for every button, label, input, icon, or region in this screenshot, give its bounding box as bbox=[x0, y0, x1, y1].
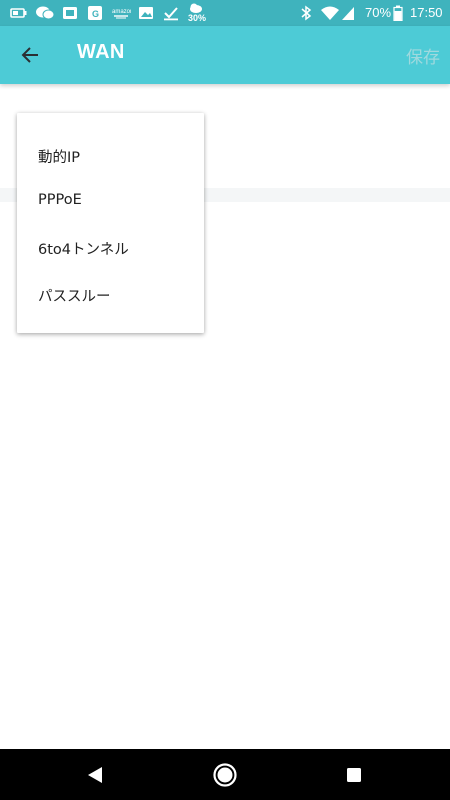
menu-item-6to4-tunnel[interactable]: 6to4トンネル bbox=[17, 225, 204, 271]
image-icon bbox=[139, 7, 153, 19]
task-check-icon bbox=[164, 7, 178, 21]
back-button[interactable] bbox=[10, 35, 50, 75]
system-nav-bar bbox=[0, 749, 450, 800]
wifi-icon bbox=[321, 6, 339, 20]
maps-icon: G bbox=[88, 6, 102, 20]
nav-back-button[interactable] bbox=[81, 761, 109, 789]
save-button[interactable]: 保存 bbox=[406, 43, 440, 68]
amazon-icon: amazon bbox=[112, 9, 131, 19]
battery-icon bbox=[393, 5, 403, 21]
status-bar: G amazon 30% 70% 17:50 bbox=[0, 0, 450, 26]
page-title: WAN bbox=[77, 41, 125, 63]
recents-square-icon bbox=[347, 768, 361, 782]
bluetooth-icon bbox=[301, 5, 312, 21]
nav-home-button[interactable] bbox=[211, 761, 239, 789]
menu-item-label: パススルー bbox=[38, 289, 111, 305]
svg-text:amazon: amazon bbox=[112, 9, 131, 15]
menu-item-label: PPPoE bbox=[38, 192, 82, 208]
menu-item-pppoe[interactable]: PPPoE bbox=[17, 179, 204, 225]
connection-type-menu: 動的IP PPPoE 6to4トンネル パススルー bbox=[17, 113, 204, 333]
wallet-icon bbox=[63, 7, 77, 19]
nav-recents-button[interactable] bbox=[340, 761, 368, 789]
menu-item-passthrough[interactable]: パススルー bbox=[17, 272, 204, 318]
battery-saver-icon bbox=[10, 8, 27, 18]
weather-percent: 30% bbox=[188, 13, 207, 23]
home-circle-icon bbox=[213, 763, 237, 787]
back-triangle-icon bbox=[88, 767, 102, 783]
signal-icon bbox=[342, 7, 354, 20]
battery-percent: 70% bbox=[365, 5, 392, 20]
clock: 17:50 bbox=[410, 5, 443, 20]
chat-bubbles-icon bbox=[36, 6, 55, 20]
arrow-left-icon bbox=[21, 47, 38, 63]
app-bar: WAN 保存 bbox=[0, 26, 450, 84]
menu-item-dynamic-ip[interactable]: 動的IP bbox=[17, 133, 204, 179]
menu-item-label: 6to4トンネル bbox=[38, 242, 129, 258]
svg-text:G: G bbox=[92, 9, 99, 19]
menu-item-label: 動的IP bbox=[38, 150, 81, 166]
